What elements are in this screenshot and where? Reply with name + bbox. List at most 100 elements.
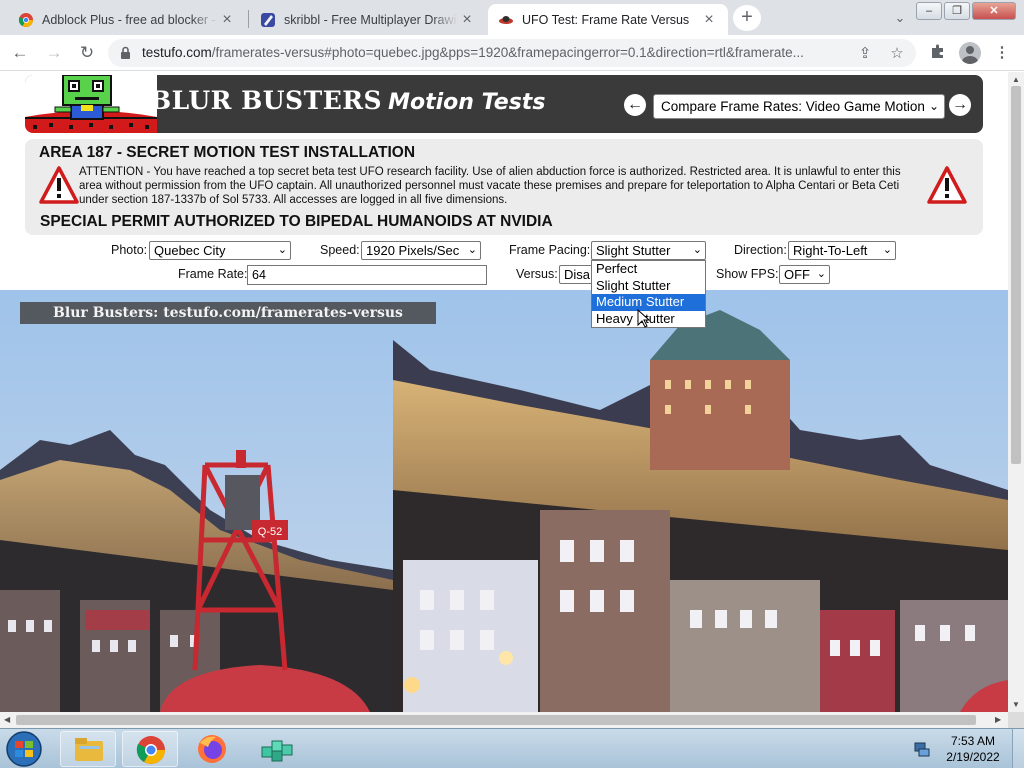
- close-window-button[interactable]: ✕: [972, 2, 1016, 20]
- mouse-cursor-icon: [637, 309, 650, 328]
- tab-bar: Adblock Plus - free ad blocker - C × skr…: [0, 0, 1024, 35]
- warning-icon: [927, 166, 967, 204]
- scroll-down-icon[interactable]: ▼: [1012, 700, 1020, 709]
- frame-pacing-value: Slight Stutter: [596, 243, 671, 258]
- scrollbar-corner: [1008, 712, 1024, 728]
- warning-text: ATTENTION - You have reached a top secre…: [79, 166, 901, 206]
- option-slight-stutter[interactable]: Slight Stutter: [592, 278, 705, 295]
- frame-rate-label: Frame Rate:: [178, 267, 248, 281]
- start-button-icon[interactable]: [2, 730, 46, 768]
- ufo-icon: [498, 12, 514, 28]
- address-bar[interactable]: testufo.com/framerates-versus#photo=queb…: [108, 39, 916, 67]
- chevron-down-icon: ⌄: [692, 244, 702, 256]
- frame-rate-input[interactable]: 64: [247, 265, 487, 285]
- forward-button[interactable]: →: [42, 41, 66, 65]
- direction-label: Direction:: [734, 243, 787, 257]
- scroll-up-icon[interactable]: ▲: [1012, 75, 1020, 84]
- frame-rate-value: 64: [252, 268, 266, 282]
- next-test-button[interactable]: →: [949, 94, 971, 116]
- profile-avatar-icon[interactable]: [959, 42, 981, 64]
- vertical-scrollbar[interactable]: ▲ ▼: [1008, 72, 1024, 712]
- photo-label: Photo:: [111, 243, 148, 257]
- scrollbar-thumb[interactable]: [16, 715, 976, 725]
- site-brand: BLUR BUSTERS Motion Tests: [150, 86, 545, 115]
- scroll-left-icon[interactable]: ◀: [4, 715, 10, 724]
- scrollbar-thumb[interactable]: [1011, 86, 1021, 464]
- windows-taskbar: 7:53 AM 2/19/2022: [0, 728, 1024, 768]
- warning-icon: [39, 166, 79, 204]
- clock-date: 2/19/2022: [946, 750, 1000, 764]
- skribbl-icon: [260, 12, 276, 28]
- page-viewport: BLUR BUSTERS Motion Tests ← Compare Frame…: [0, 72, 1008, 712]
- url-host: testufo.com: [142, 45, 212, 60]
- speed-select-value: 1920 Pixels/Sec: [366, 243, 460, 258]
- share-icon[interactable]: ⇪: [856, 45, 874, 63]
- close-icon[interactable]: ×: [458, 11, 476, 29]
- chevron-down-icon: ⌄: [882, 244, 892, 256]
- chrome-icon: [136, 736, 165, 764]
- app-cubes-icon: [261, 740, 293, 762]
- menu-kebab-icon[interactable]: ⋮: [992, 43, 1012, 63]
- firefox-icon: [198, 735, 226, 763]
- reload-button[interactable]: ↻: [75, 41, 99, 65]
- show-fps-select[interactable]: OFF ⌄: [779, 265, 830, 284]
- speed-label: Speed:: [320, 243, 360, 257]
- minimize-button[interactable]: ‒: [916, 2, 942, 20]
- extensions-puzzle-icon[interactable]: [928, 43, 948, 63]
- option-perfect[interactable]: Perfect: [592, 261, 705, 278]
- tab-adblock[interactable]: Adblock Plus - free ad blocker - C ×: [8, 4, 246, 35]
- taskbar-chrome[interactable]: [122, 731, 178, 767]
- scroll-right-icon[interactable]: ▶: [995, 715, 1001, 724]
- system-clock[interactable]: 7:53 AM 2/19/2022: [940, 733, 1006, 765]
- bookmark-star-icon[interactable]: ☆: [888, 45, 906, 63]
- tab-skribbl[interactable]: skribbl - Free Multiplayer Drawin ×: [250, 4, 486, 35]
- warning-subtitle: SPECIAL PERMIT AUTHORIZED TO BIPEDAL HUM…: [40, 213, 553, 230]
- close-icon[interactable]: ×: [700, 11, 718, 29]
- tab-search-icon[interactable]: ⌄: [888, 7, 912, 29]
- versus-select-value: Disa: [564, 267, 591, 282]
- warning-title: AREA 187 - SECRET MOTION TEST INSTALLATI…: [39, 144, 416, 161]
- frame-pacing-label: Frame Pacing:: [509, 243, 591, 257]
- versus-label: Versus:: [516, 267, 558, 281]
- direction-select-value: Right-To-Left: [793, 243, 868, 258]
- tab-title: Adblock Plus - free ad blocker - C: [42, 12, 218, 27]
- horizontal-scrollbar[interactable]: ◀ ▶: [0, 712, 1008, 728]
- quebec-city-photo: Q-52: [0, 290, 1008, 712]
- tab-ufo-test[interactable]: UFO Test: Frame Rate Versus ×: [488, 4, 728, 35]
- warning-panel: AREA 187 - SECRET MOTION TEST INSTALLATI…: [25, 139, 983, 235]
- lock-icon[interactable]: [120, 46, 131, 63]
- prev-test-button[interactable]: ←: [624, 94, 646, 116]
- chevron-down-icon: ⌄: [467, 244, 477, 256]
- tab-title: UFO Test: Frame Rate Versus: [522, 12, 690, 27]
- frame-pacing-select[interactable]: Slight Stutter ⌄: [591, 241, 706, 260]
- clock-time: 7:53 AM: [950, 734, 996, 748]
- network-icon[interactable]: [914, 741, 930, 757]
- test-selector[interactable]: Compare Frame Rates: Video Game Motion ⌄: [653, 94, 945, 119]
- new-tab-button[interactable]: +: [733, 5, 761, 31]
- url-path: /framerates-versus#photo=quebec.jpg&pps=…: [211, 45, 804, 60]
- photo-watermark: Blur Busters: testufo.com/framerates-ver…: [20, 302, 436, 324]
- taskbar-file-explorer[interactable]: [60, 731, 116, 767]
- chevron-down-icon: ⌄: [277, 244, 287, 256]
- tab-title: skribbl - Free Multiplayer Drawin: [284, 12, 458, 27]
- brand-subtitle: Motion Tests: [388, 90, 546, 115]
- motion-test-photo: Q-52 Blur Busters: testufo.com/framerate…: [0, 290, 1008, 712]
- taskbar-firefox[interactable]: [184, 731, 240, 767]
- url-text: testufo.com/framerates-versus#photo=queb…: [142, 45, 842, 60]
- buoy-label: Q-52: [258, 526, 282, 538]
- show-fps-label: Show FPS:: [716, 267, 779, 281]
- ufo-alien-logo: [25, 75, 157, 133]
- chevron-down-icon: ⌄: [816, 268, 826, 280]
- photo-select[interactable]: Quebec City ⌄: [149, 241, 291, 260]
- chevron-down-icon: ⌄: [928, 99, 939, 113]
- restore-button[interactable]: ❐: [944, 2, 970, 20]
- chrome-icon: [18, 12, 34, 28]
- brand-name: BLUR BUSTERS: [150, 86, 383, 115]
- test-selector-value: Compare Frame Rates: Video Game Motion: [661, 99, 925, 114]
- close-icon[interactable]: ×: [218, 11, 236, 29]
- direction-select[interactable]: Right-To-Left ⌄: [788, 241, 896, 260]
- back-button[interactable]: ←: [8, 41, 32, 65]
- speed-select[interactable]: 1920 Pixels/Sec ⌄: [361, 241, 481, 260]
- taskbar-app-cubes[interactable]: [246, 731, 302, 767]
- show-desktop-button[interactable]: [1012, 729, 1024, 768]
